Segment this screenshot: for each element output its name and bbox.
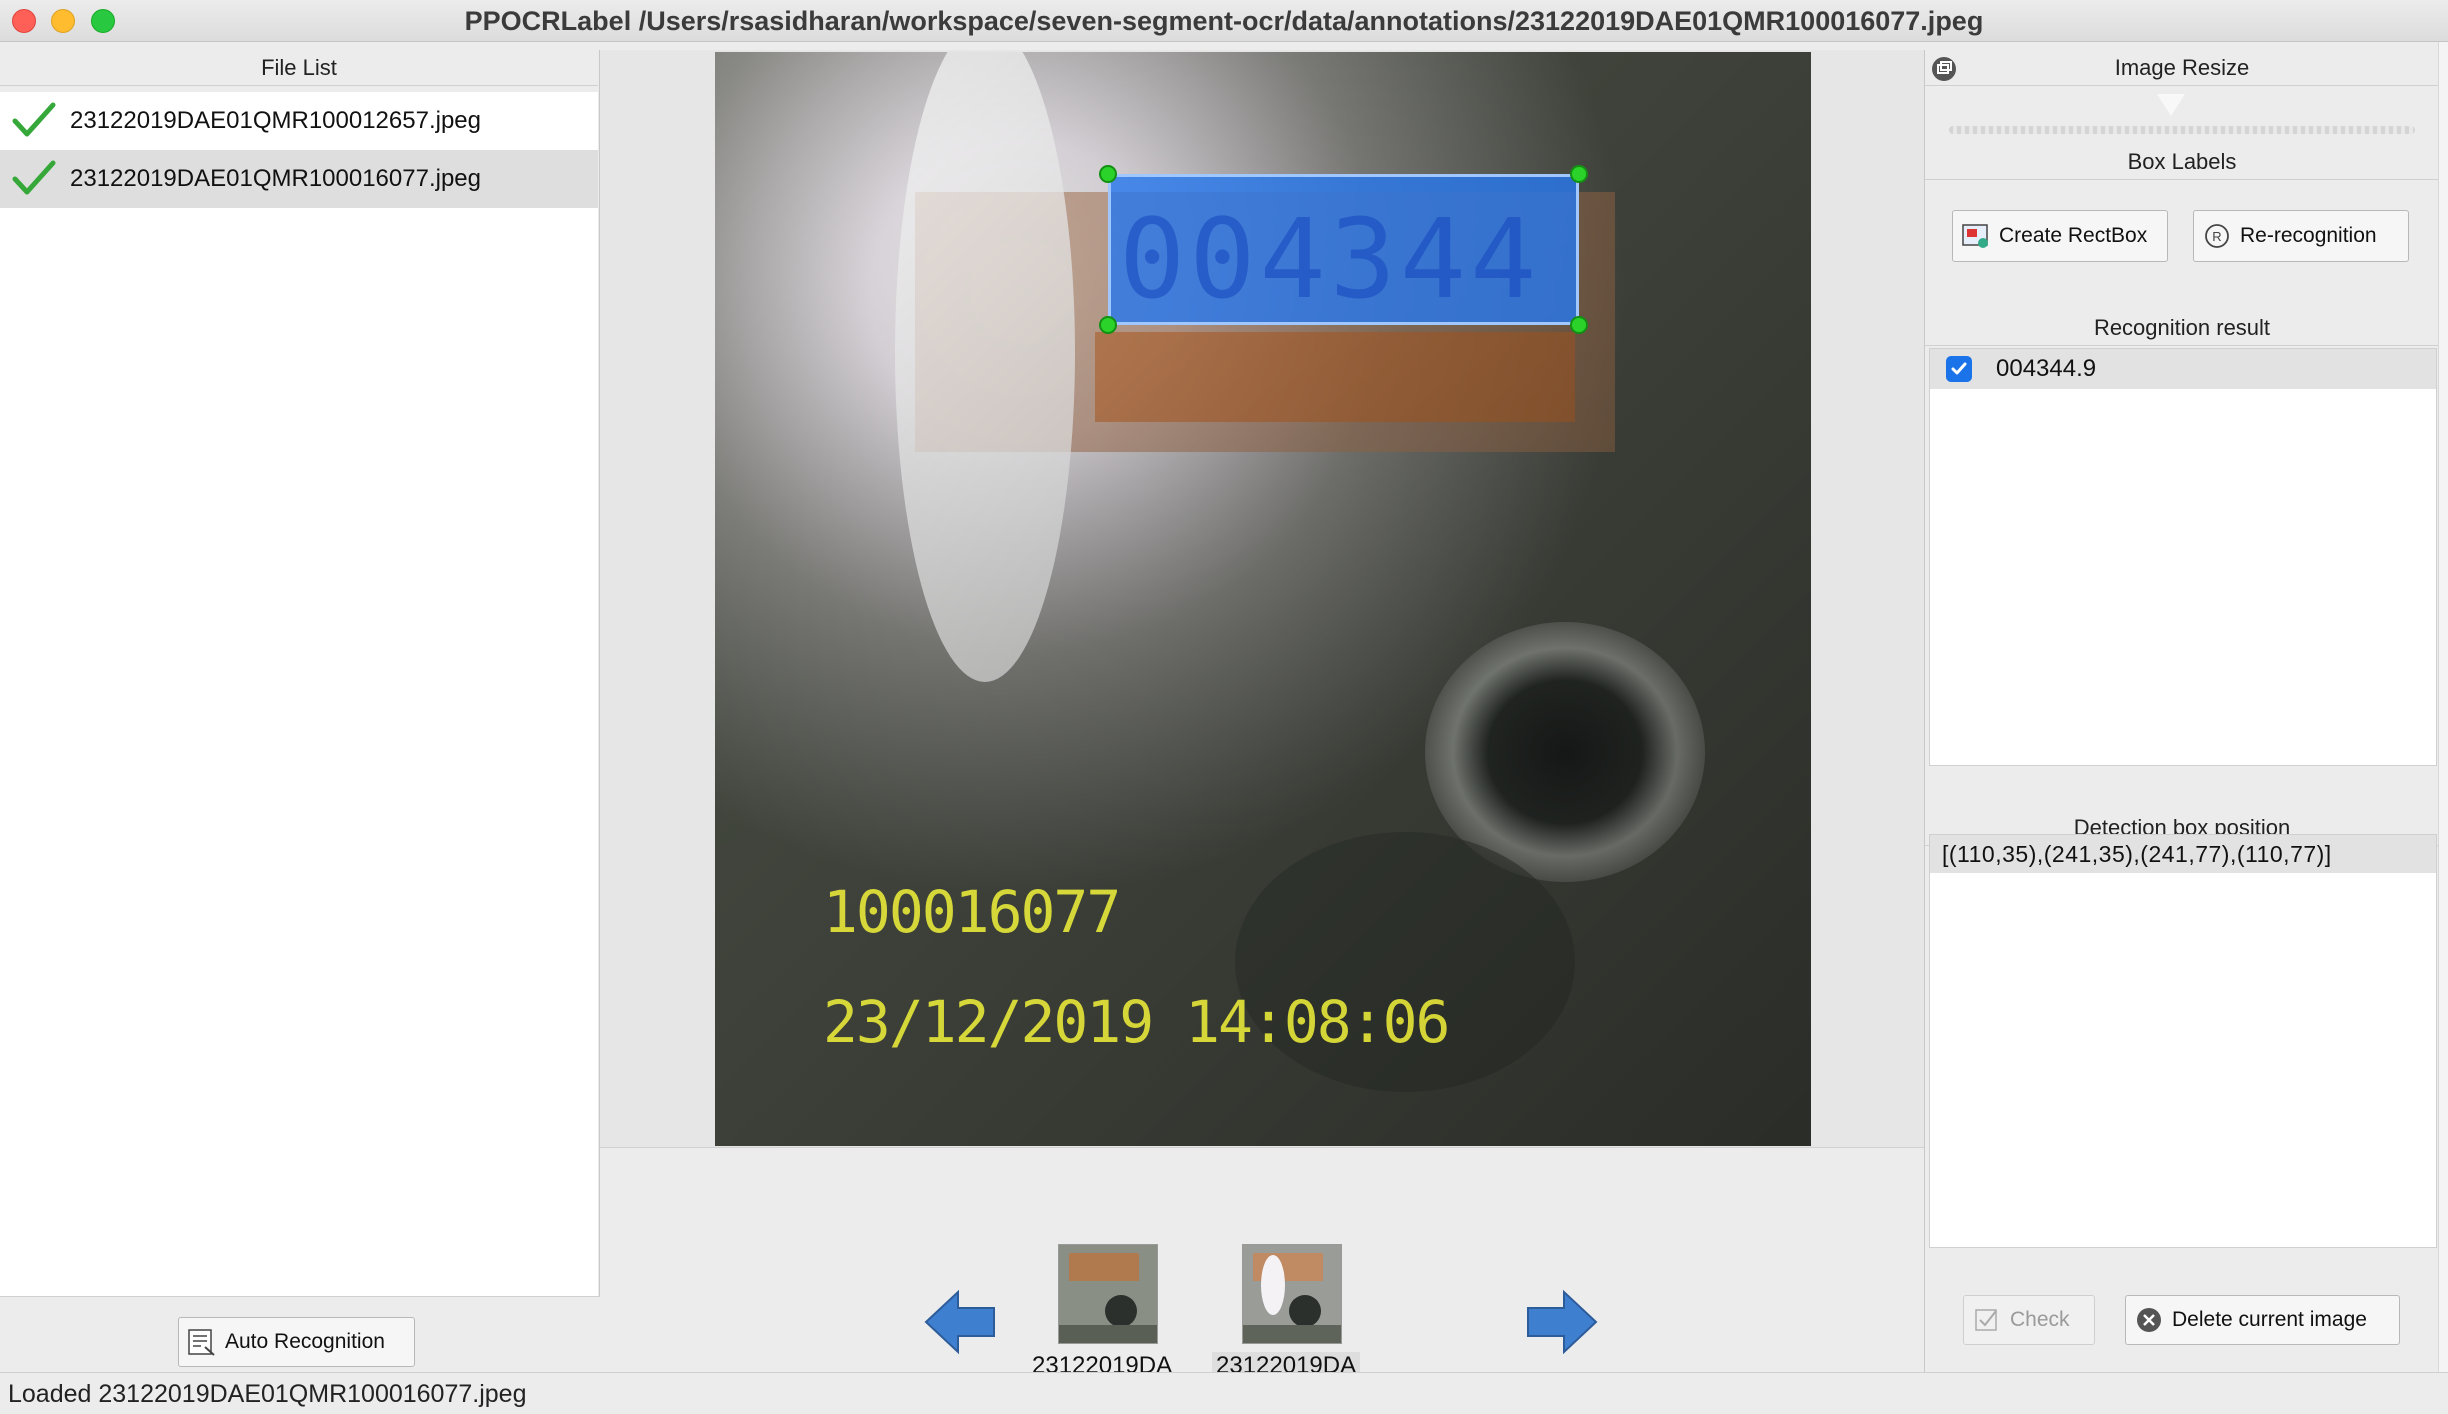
title-bar: PPOCRLabel /Users/rsasidharan/workspace/… xyxy=(0,0,2448,42)
check-icon xyxy=(1975,1309,1997,1331)
re-recognition-icon: R xyxy=(2205,224,2229,248)
file-name: 23122019DAE01QMR100016077.jpeg xyxy=(70,165,481,192)
file-name: 23122019DAE01QMR100012657.jpeg xyxy=(70,107,481,134)
auto-recognition-button[interactable]: Auto Recognition xyxy=(178,1317,415,1367)
photo-datetime-overlay: 23/12/2019 14:08:06 xyxy=(823,988,1450,1056)
check-label: Check xyxy=(2010,1308,2070,1331)
auto-recognition-icon xyxy=(188,1329,215,1356)
re-recognition-button[interactable]: R Re-recognition xyxy=(2193,210,2409,262)
file-list-item[interactable]: 23122019DAE01QMR100012657.jpeg xyxy=(0,92,598,150)
image-resize-header: Image Resize xyxy=(1925,50,2439,86)
checkmark-icon xyxy=(12,102,56,137)
detection-box-readout: 004344 xyxy=(1119,195,1541,323)
right-panel: Image Resize Box Labels Create RectBox R… xyxy=(1924,50,2439,1372)
file-list: 23122019DAE01QMR100012657.jpeg 23122019D… xyxy=(0,92,598,1296)
thumbnail-image-selected[interactable] xyxy=(1242,1244,1342,1344)
auto-recognition-label: Auto Recognition xyxy=(225,1330,385,1353)
detection-box[interactable]: 004344 xyxy=(1108,174,1579,325)
canvas-panel: 100016077 23/12/2019 14:08:06 004344 231… xyxy=(600,50,1924,1380)
window-title: PPOCRLabel /Users/rsasidharan/workspace/… xyxy=(464,6,1984,36)
recognition-result-text: 004344.9 xyxy=(1996,355,2097,382)
thumbnail-strip: 23122019DA 23122019DA xyxy=(600,1148,1924,1380)
delete-current-image-label: Delete current image xyxy=(2172,1308,2367,1331)
delete-current-image-button[interactable]: Delete current image xyxy=(2125,1295,2400,1345)
image-canvas[interactable]: 100016077 23/12/2019 14:08:06 004344 xyxy=(600,50,1924,1148)
svg-text:R: R xyxy=(2212,229,2221,244)
checkbox-check-icon xyxy=(1951,362,1967,375)
recognition-result-header: Recognition result xyxy=(1925,310,2439,346)
image-resize-slider-knob[interactable] xyxy=(2157,94,2185,116)
box-handle-bottom-left[interactable] xyxy=(1099,316,1117,334)
right-arrow-icon[interactable] xyxy=(1524,1284,1600,1360)
auto-recognition-area: Auto Recognition xyxy=(0,1296,600,1372)
status-bar: Loaded 23122019DAE01QMR100016077.jpeg xyxy=(0,1372,2448,1414)
window-edge xyxy=(2438,42,2448,1372)
checkmark-icon xyxy=(12,160,56,195)
file-list-header: File List xyxy=(0,50,598,86)
recognition-result-list: 004344.9 xyxy=(1929,348,2437,766)
create-rectbox-button[interactable]: Create RectBox xyxy=(1952,210,2168,262)
left-arrow-icon[interactable] xyxy=(922,1284,998,1360)
detection-box-position-list: [(110,35),(241,35),(241,77),(110,77)] xyxy=(1929,834,2437,1248)
box-handle-top-right[interactable] xyxy=(1570,165,1588,183)
create-rectbox-icon xyxy=(1962,224,1988,248)
check-button[interactable]: Check xyxy=(1963,1295,2095,1345)
thumbnail-image[interactable] xyxy=(1058,1244,1158,1344)
detection-box-position-row[interactable]: [(110,35),(241,35),(241,77),(110,77)] xyxy=(1930,835,2436,873)
box-handle-top-left[interactable] xyxy=(1099,165,1117,183)
file-list-item-selected[interactable]: 23122019DAE01QMR100016077.jpeg xyxy=(0,150,598,208)
delete-icon xyxy=(2137,1308,2161,1332)
create-rectbox-label: Create RectBox xyxy=(1999,224,2148,247)
image-resize-slider[interactable] xyxy=(1949,126,2415,134)
recognition-result-row[interactable]: 004344.9 xyxy=(1930,349,2436,389)
box-labels-header: Box Labels xyxy=(1925,144,2439,180)
recognition-checkbox[interactable] xyxy=(1946,356,1972,382)
re-recognition-label: Re-recognition xyxy=(2240,224,2377,247)
box-handle-bottom-right[interactable] xyxy=(1570,316,1588,334)
float-dock-icon[interactable] xyxy=(1931,56,1957,82)
photo-id-overlay: 100016077 xyxy=(823,878,1121,946)
